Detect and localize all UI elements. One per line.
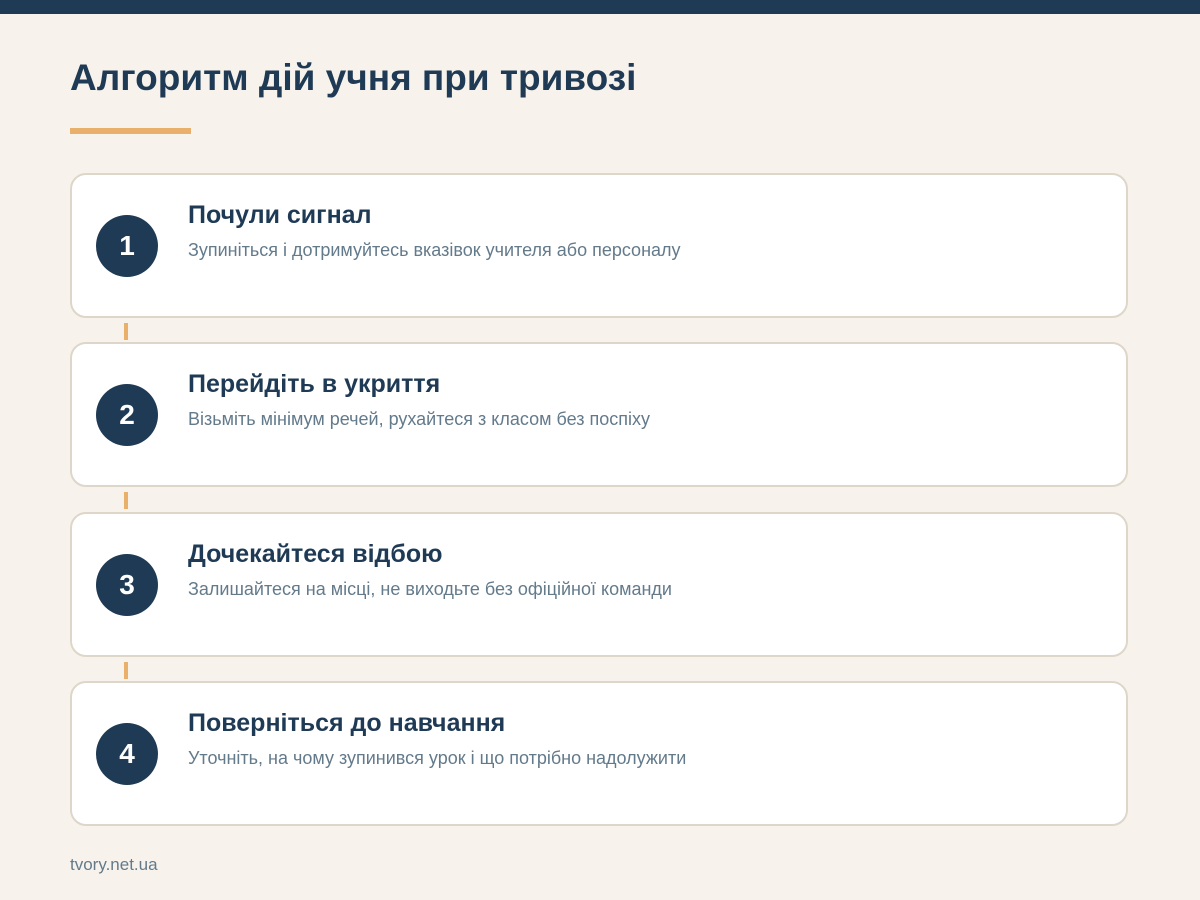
title-underline — [70, 128, 191, 134]
step-description: Зупиніться і дотримуйтесь вказівок учите… — [188, 240, 681, 260]
step-connector — [124, 492, 128, 509]
step-number-badge: 2 — [96, 384, 158, 446]
step-description: Уточніть, на чому зупинився урок і що по… — [188, 748, 687, 768]
step-connector — [124, 662, 128, 679]
step-number-badge: 1 — [96, 215, 158, 277]
page-title: Алгоритм дій учня при тривозі — [70, 57, 637, 98]
step-card-3: 3 Дочекайтеся відбою Залишайтеся на місц… — [70, 512, 1128, 657]
step-title: Почули сигнал — [188, 201, 372, 229]
step-title: Дочекайтеся відбою — [188, 540, 443, 568]
top-bar — [0, 0, 1200, 14]
step-connector — [124, 323, 128, 340]
footer-source: tvory.net.ua — [70, 855, 158, 874]
step-description: Залишайтеся на місці, не виходьте без оф… — [188, 579, 672, 599]
step-description: Візьміть мінімум речей, рухайтеся з клас… — [188, 409, 650, 429]
step-card-2: 2 Перейдіть в укриття Візьміть мінімум р… — [70, 342, 1128, 487]
step-title: Перейдіть в укриття — [188, 370, 441, 398]
step-card-4: 4 Поверніться до навчання Уточніть, на ч… — [70, 681, 1128, 826]
step-title: Поверніться до навчання — [188, 709, 506, 737]
step-number-badge: 4 — [96, 723, 158, 785]
step-number-badge: 3 — [96, 554, 158, 616]
step-card-1: 1 Почули сигнал Зупиніться і дотримуйтес… — [70, 173, 1128, 318]
